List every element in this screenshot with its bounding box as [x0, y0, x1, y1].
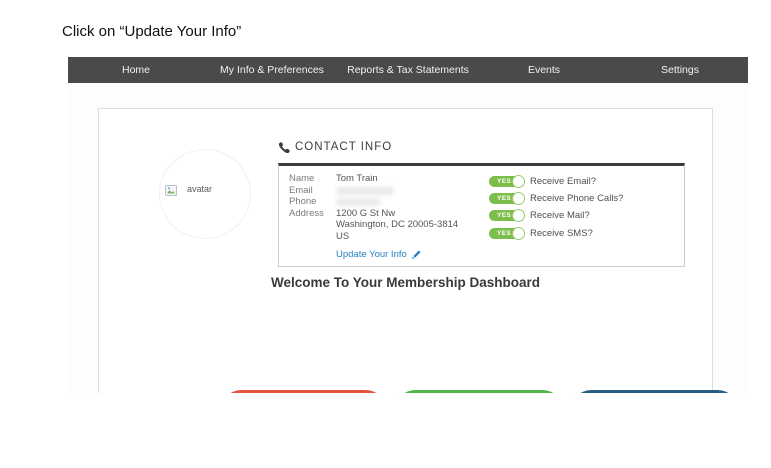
- field-row-address-line3: US: [289, 231, 479, 243]
- field-value: Washington, DC 20005-3814: [336, 219, 458, 231]
- board-council-directory-button[interactable]: Board + Council Directory: [571, 390, 738, 393]
- receive-phone-calls-toggle[interactable]: YES: [489, 193, 524, 204]
- nav-item-reports-tax-statements[interactable]: Reports & Tax Statements: [340, 57, 476, 83]
- pref-row-receive-sms: YES Receive SMS?: [489, 225, 623, 242]
- field-row-email: Email: [289, 185, 479, 197]
- nav-item-settings[interactable]: Settings: [612, 57, 748, 83]
- contact-fields: Name Tom Train Email Phone Address 1200 …: [289, 173, 479, 260]
- pref-row-receive-phone-calls: YES Receive Phone Calls?: [489, 190, 623, 207]
- nav-item-my-info-preferences[interactable]: My Info & Preferences: [204, 57, 340, 83]
- contact-info-heading: CONTACT INFO: [278, 141, 392, 153]
- donate-button[interactable]: Donate: [395, 390, 563, 393]
- screenshot-root: Click on “Update Your Info” Home My Info…: [0, 0, 771, 468]
- toggle-knob: [512, 227, 525, 240]
- toggle-knob: [512, 175, 525, 188]
- field-label: Address: [289, 208, 336, 220]
- pref-row-receive-email: YES Receive Email?: [489, 173, 623, 190]
- renew-membership-button[interactable]: Renew Membership: [221, 390, 386, 393]
- pref-label: Receive Mail?: [530, 210, 590, 221]
- instruction-text: Click on “Update Your Info”: [62, 23, 241, 40]
- nav-item-events[interactable]: Events: [476, 57, 612, 83]
- field-row-address: Address 1200 G St Nw: [289, 208, 479, 220]
- field-label: Email: [289, 185, 336, 197]
- broken-image-icon: [165, 185, 177, 196]
- pref-label: Receive Email?: [530, 176, 596, 187]
- receive-email-toggle[interactable]: YES: [489, 176, 524, 187]
- contact-preferences: YES Receive Email? YES Receive Phone Cal…: [489, 173, 623, 242]
- field-row-name: Name Tom Train: [289, 173, 479, 185]
- top-navbar: Home My Info & Preferences Reports & Tax…: [68, 57, 748, 83]
- contact-info-title: CONTACT INFO: [295, 141, 392, 153]
- welcome-heading: Welcome To Your Membership Dashboard: [99, 275, 712, 290]
- field-row-phone: Phone: [289, 196, 479, 208]
- pencil-icon: [411, 249, 422, 260]
- toggle-knob: [512, 209, 525, 222]
- field-value: Tom Train: [336, 173, 378, 185]
- field-value: US: [336, 231, 349, 243]
- receive-mail-toggle[interactable]: YES: [489, 210, 524, 221]
- field-label: Name: [289, 173, 336, 185]
- field-label: Phone: [289, 196, 336, 208]
- pref-row-receive-mail: YES Receive Mail?: [489, 207, 623, 224]
- membership-dashboard-page: Home My Info & Preferences Reports & Tax…: [68, 57, 748, 393]
- pref-label: Receive Phone Calls?: [530, 193, 623, 204]
- toggle-knob: [512, 192, 525, 205]
- dashboard-card: avatar CONTACT INFO Name Tom Train Ema: [98, 108, 713, 393]
- field-row-address-line2: Washington, DC 20005-3814: [289, 219, 479, 231]
- field-value: 1200 G St Nw: [336, 208, 395, 220]
- pref-label: Receive SMS?: [530, 228, 593, 239]
- nav-item-home[interactable]: Home: [68, 57, 204, 83]
- redacted-email-value: [336, 187, 394, 195]
- avatar-alt-text: avatar: [187, 184, 212, 194]
- redacted-phone-value: [336, 198, 380, 206]
- contact-info-box: Name Tom Train Email Phone Address 1200 …: [278, 163, 685, 267]
- phone-icon: [278, 141, 290, 153]
- receive-sms-toggle[interactable]: YES: [489, 228, 524, 239]
- update-your-info-link[interactable]: Update Your Info: [336, 249, 422, 260]
